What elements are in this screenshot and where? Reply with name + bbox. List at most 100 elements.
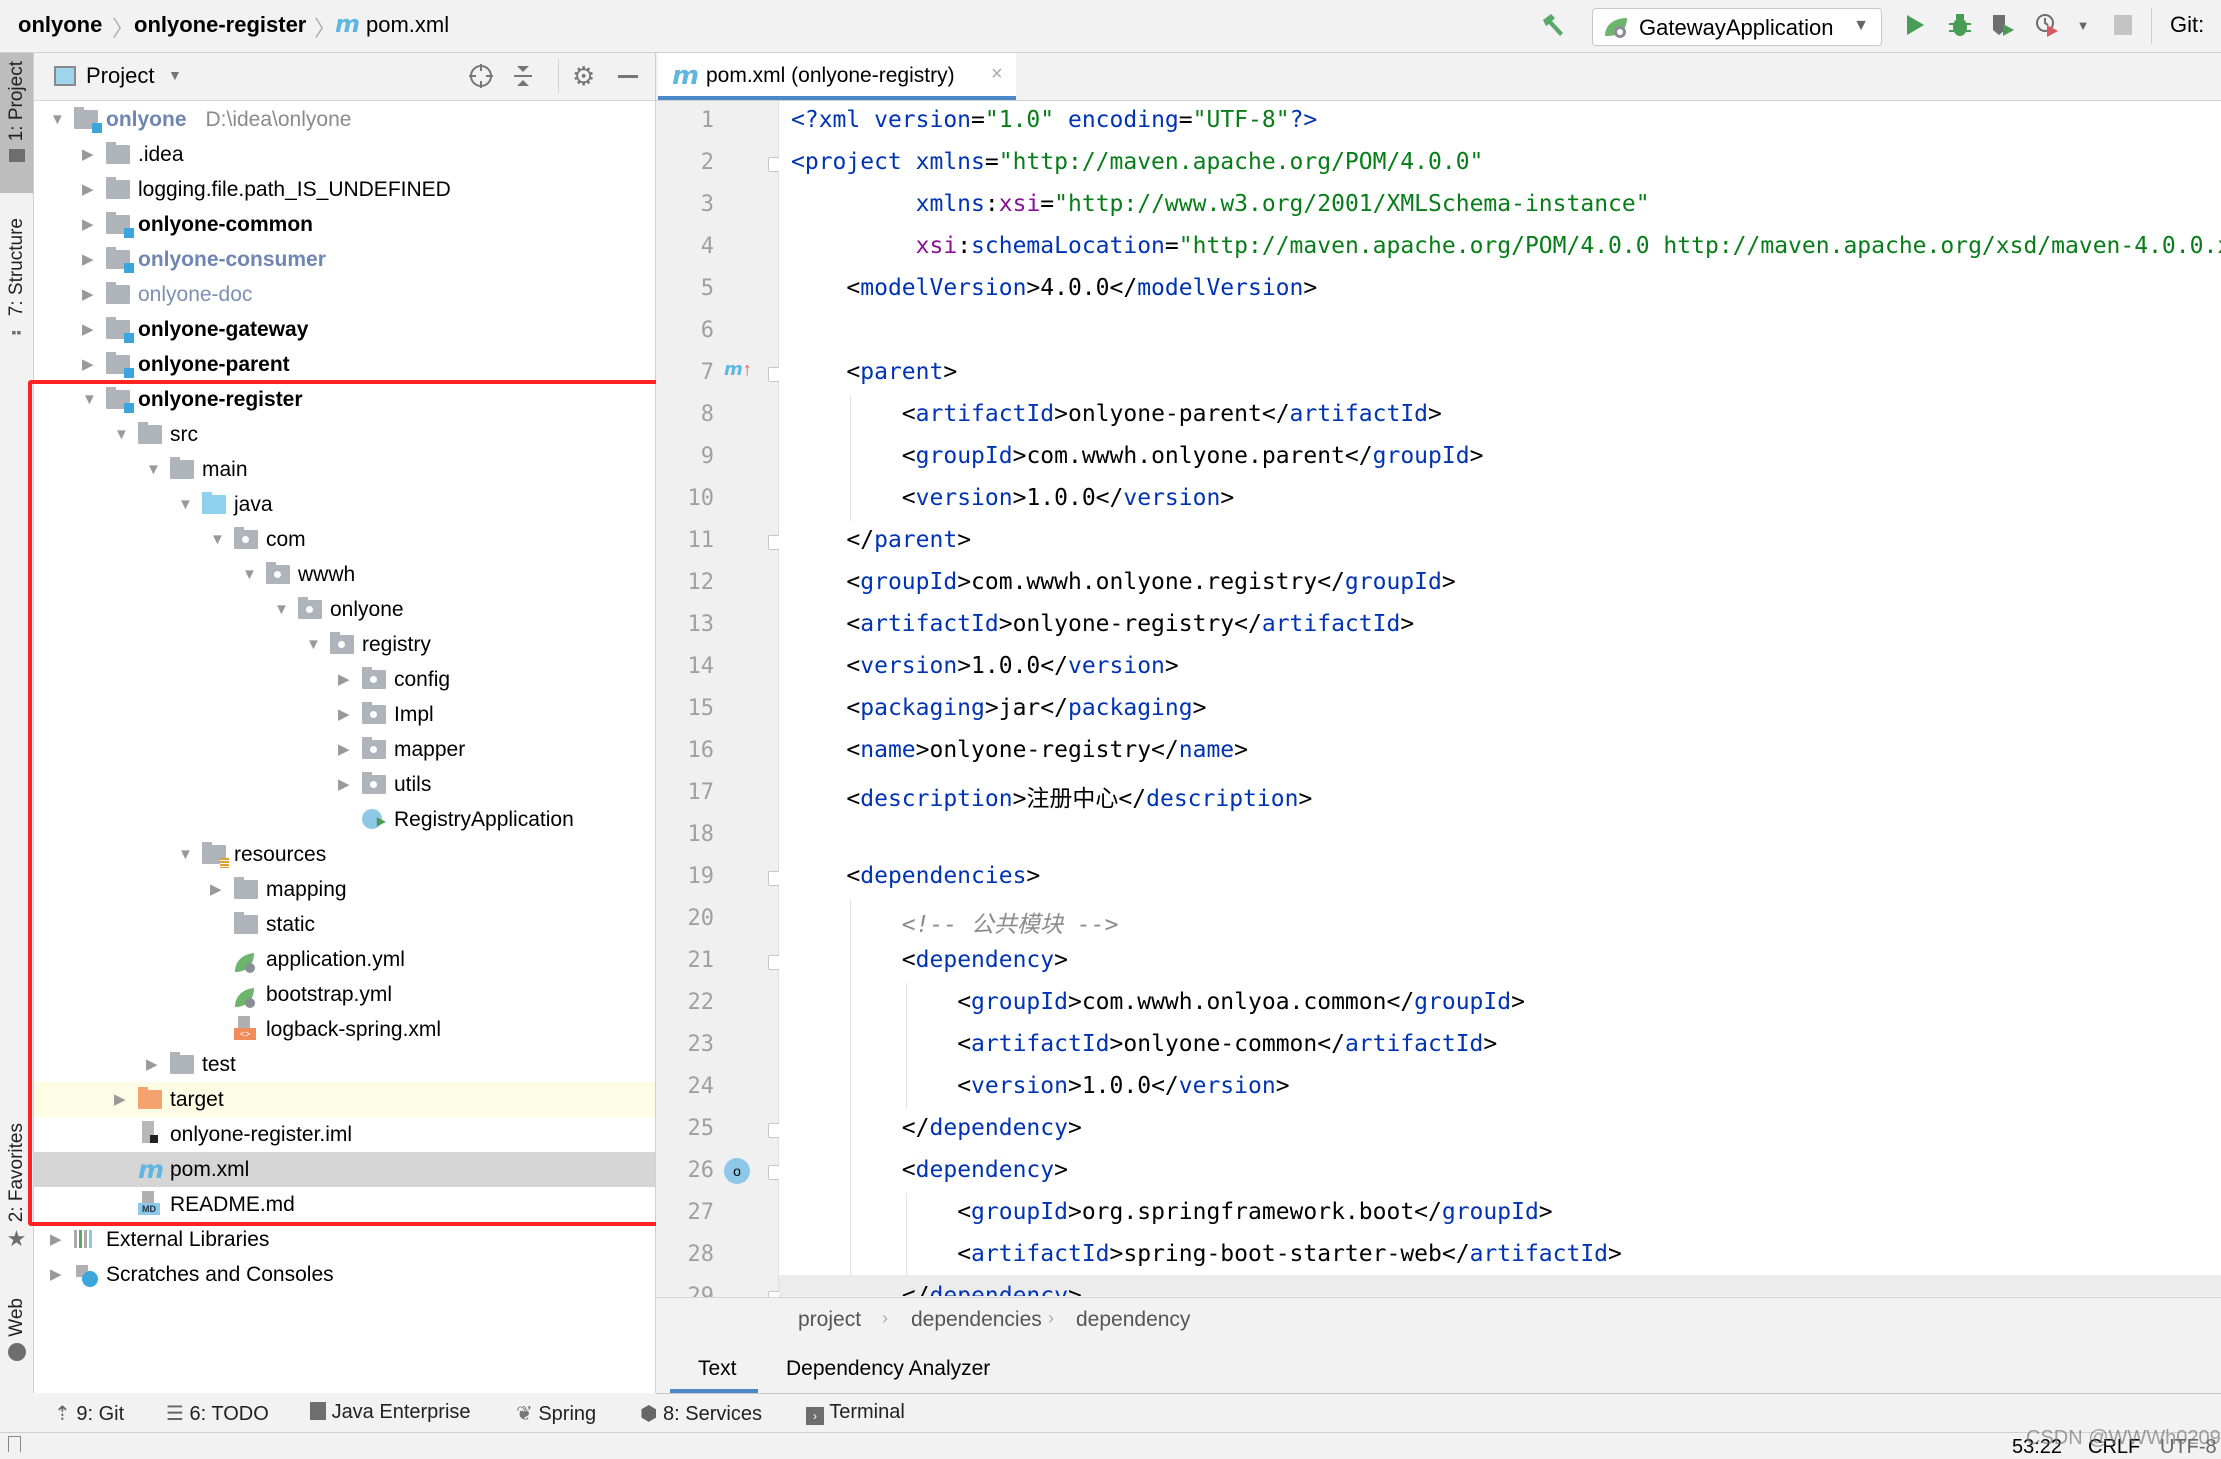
line-number: 19 [687, 864, 715, 889]
tree-node-label: onlyone-parent [138, 353, 290, 376]
profile-icon[interactable] [2034, 12, 2060, 38]
tree-node[interactable]: ▶ onlyone-gateway [34, 312, 655, 347]
stop-icon[interactable] [2110, 12, 2136, 38]
folder-icon [106, 282, 130, 304]
collapsed-arrow-icon[interactable]: ▶ [50, 1257, 66, 1292]
tool-button-git[interactable]: ⇡ 9: Git [54, 1401, 124, 1426]
breadcrumb-module[interactable]: onlyone-register [134, 12, 306, 38]
navigation-bar: onlyone 〉 onlyone-register 〉 m pom.xml G… [0, 0, 2221, 53]
tree-node[interactable]: ▶ External Libraries [34, 1222, 655, 1257]
tree-node[interactable]: ▶ .idea [34, 137, 655, 172]
hide-panel-icon[interactable] [618, 75, 638, 78]
collapsed-arrow-icon[interactable]: ▶ [82, 277, 98, 312]
close-tab-icon[interactable]: × [991, 63, 1003, 86]
line-number: 28 [687, 1242, 715, 1267]
module-folder-icon [106, 352, 134, 378]
tool-tab-project[interactable]: 1: Project [0, 53, 33, 193]
editor-gutter: 1 2 3 4 5 6 7 8 9 10 11 12 13 14 15 16 17 18 19 20 21 22 23 24 2… [656, 101, 781, 1309]
tool-button-todo[interactable]: ☰ 6: TODO [166, 1401, 269, 1426]
line-number: 4 [700, 234, 714, 259]
maven-icon: m [672, 61, 700, 91]
build-hammer-icon[interactable] [1540, 12, 1566, 38]
code-line: <project xmlns="http://maven.apache.org/… [791, 149, 1484, 175]
highlight-annotation-box [28, 380, 662, 1226]
xml-breadcrumb-project[interactable]: project [798, 1308, 861, 1332]
tree-node[interactable]: ▶ onlyone-doc [34, 277, 655, 312]
run-icon[interactable] [1902, 12, 1928, 38]
tree-node-path: D:\idea\onlyone [205, 108, 352, 131]
xml-breadcrumb-dependency[interactable]: dependency [1076, 1308, 1190, 1332]
line-number: 5 [700, 276, 714, 301]
code-line: <groupId>com.wwwh.onlyone.parent</groupI… [901, 443, 1484, 469]
xml-breadcrumb-bar: project › dependencies › dependency [656, 1297, 2221, 1346]
tree-node-label: onlyone-common [138, 213, 314, 236]
project-view-selector[interactable]: Project [86, 63, 154, 89]
collapsed-arrow-icon[interactable]: ▶ [82, 137, 98, 172]
editor-tab-pom-xml[interactable]: m pom.xml (onlyone-registry) × [658, 53, 1016, 100]
xml-breadcrumb-dependencies[interactable]: dependencies [911, 1308, 1042, 1332]
tool-button-services-label: 8: Services [663, 1403, 762, 1425]
tool-button-java-enterprise-label: Java Enterprise [331, 1401, 471, 1423]
collapsed-arrow-icon[interactable]: ▶ [50, 1222, 66, 1257]
collapsed-arrow-icon[interactable]: ▶ [82, 207, 98, 242]
tree-node[interactable]: ▶ logging.file.path_IS_UNDEFINED [34, 172, 655, 207]
tool-button-git-label: 9: Git [76, 1403, 125, 1425]
tool-windows-toggle-icon[interactable] [8, 1436, 21, 1452]
git-icon: ⇡ [54, 1403, 71, 1425]
run-configuration-name: GatewayApplication [1639, 15, 1834, 40]
tool-button-terminal-label: Terminal [829, 1401, 905, 1423]
collapsed-arrow-icon[interactable]: ▶ [82, 242, 98, 277]
spring-leaf-icon: ❦ [516, 1403, 533, 1425]
tree-node-label: .idea [138, 143, 184, 166]
folder-icon [106, 177, 130, 199]
view-tab-dependency-analyzer[interactable]: Dependency Analyzer [786, 1345, 1016, 1393]
active-tab-indicator [658, 96, 1016, 100]
editor-view-tabs: Text Dependency Analyzer [656, 1345, 2221, 1394]
run-configuration-selector[interactable]: GatewayApplication ▼ [1592, 8, 1882, 46]
tree-node[interactable]: ▶ onlyone-common [34, 207, 655, 242]
tool-tab-web[interactable]: Web [0, 1298, 33, 1408]
chevron-down-icon[interactable]: ▼ [168, 67, 182, 83]
line-number: 1 [700, 108, 714, 133]
breadcrumb-separator: › [882, 1308, 888, 1328]
debug-icon[interactable] [1947, 12, 1973, 38]
tool-tab-structure-label: 7: Structure [5, 218, 27, 317]
bottom-tool-window-bar: ⇡ 9: Git ☰ 6: TODO Java Enterprise ❦ Spr… [0, 1394, 2221, 1433]
navigate-to-parent-pom-icon[interactable]: m↑ [724, 359, 752, 380]
tool-button-terminal[interactable]: › Terminal [806, 1401, 905, 1425]
tool-button-java-enterprise[interactable]: Java Enterprise [310, 1401, 471, 1424]
gear-icon[interactable]: ⚙ [572, 61, 595, 92]
view-tab-text[interactable]: Text [670, 1345, 758, 1393]
tree-node[interactable]: ▶ Scratches and Consoles [34, 1257, 655, 1292]
locate-file-icon[interactable] [468, 63, 494, 94]
overridden-dependency-icon[interactable]: o [724, 1158, 750, 1184]
line-number: 7 [700, 360, 714, 385]
tool-button-services[interactable]: ⬢ 8: Services [640, 1401, 762, 1426]
tree-node[interactable]: ▼ onlyone D:\idea\onlyone [34, 102, 655, 137]
collapse-all-icon[interactable] [512, 63, 534, 94]
breadcrumb-file[interactable]: pom.xml [366, 12, 449, 38]
tree-node-label: onlyone-consumer [138, 248, 326, 271]
code-line: xmlns:xsi="http://www.w3.org/2001/XMLSch… [915, 191, 1650, 217]
breadcrumb-project[interactable]: onlyone [18, 12, 102, 38]
collapsed-arrow-icon[interactable]: ▶ [82, 312, 98, 347]
code-line: <!-- 公共模块 --> [901, 912, 1119, 938]
tree-node-label: onlyone-gateway [138, 318, 309, 341]
tree-node[interactable]: ▶ onlyone-consumer [34, 242, 655, 277]
line-number: 13 [687, 612, 715, 637]
indent-guide [905, 983, 907, 1109]
run-with-coverage-icon[interactable] [1990, 12, 2016, 38]
line-number: 20 [687, 906, 715, 931]
collapsed-arrow-icon[interactable]: ▶ [82, 172, 98, 207]
line-number: 2 [700, 150, 714, 175]
code-line: <description>注册中心</description> [846, 786, 1313, 812]
tree-node[interactable]: ▶ onlyone-parent [34, 347, 655, 382]
tool-button-spring[interactable]: ❦ Spring [516, 1401, 596, 1426]
code-line: <modelVersion>4.0.0</modelVersion> [846, 275, 1318, 301]
terminal-icon: › [806, 1407, 824, 1425]
collapsed-arrow-icon[interactable]: ▶ [82, 347, 98, 382]
profile-dropdown-icon[interactable]: ▼ [2070, 12, 2096, 38]
code-editor[interactable]: <?xml version="1.0" encoding="UTF-8"?> <p… [779, 101, 2221, 1296]
tree-node-label: logging.file.path_IS_UNDEFINED [138, 178, 451, 201]
expanded-arrow-icon[interactable]: ▼ [50, 102, 66, 137]
